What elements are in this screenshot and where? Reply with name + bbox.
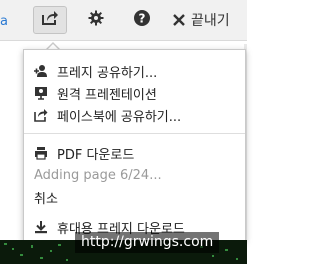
- close-icon: [173, 11, 185, 30]
- settings-button[interactable]: [82, 0, 110, 40]
- menu-item-label: 프레지 공유하기...: [57, 65, 158, 81]
- watermark-text: http://grwings.com: [75, 232, 220, 253]
- menu-item-label: PDF 다운로드: [57, 147, 135, 163]
- menu-item-pdf-download[interactable]: PDF 다운로드: [24, 142, 245, 164]
- menu-item-share-facebook[interactable]: 페이스북에 공유하기...: [24, 104, 245, 126]
- svg-text:?: ?: [139, 12, 146, 26]
- remote-present-icon: [34, 86, 48, 100]
- progress-label: Adding page 6/24...: [34, 167, 162, 183]
- exit-button[interactable]: 끝내기: [173, 0, 247, 40]
- download-icon: [34, 220, 48, 234]
- share-out-icon: [34, 108, 48, 122]
- menu-item-label: 페이스북에 공유하기...: [57, 109, 182, 125]
- pdf-progress-status: Adding page 6/24...: [24, 164, 245, 186]
- menu-item-share-prezi[interactable]: 프레지 공유하기...: [24, 60, 245, 82]
- menu-divider: [24, 133, 245, 134]
- exit-label: 끝내기: [191, 13, 230, 29]
- help-icon: ?: [134, 10, 150, 30]
- printer-icon: [34, 146, 48, 160]
- menu-item-label: 취소: [34, 191, 58, 207]
- gear-icon: [88, 10, 104, 30]
- share-dropdown-menu: 프레지 공유하기... 원격 프레젠테이션 페이스북에 공유하기... PDF …: [23, 49, 246, 241]
- share-icon: [41, 10, 59, 30]
- top-toolbar: a ? 끝내기: [0, 0, 247, 41]
- menu-item-remote-presentation[interactable]: 원격 프레젠테이션: [24, 82, 245, 104]
- share-button[interactable]: [33, 6, 67, 34]
- add-user-icon: [34, 64, 48, 78]
- menu-item-label: 원격 프레젠테이션: [57, 87, 157, 103]
- help-button[interactable]: ?: [128, 0, 156, 40]
- menu-item-cancel[interactable]: 취소: [24, 186, 245, 208]
- toolbar-left-text: a: [0, 14, 8, 29]
